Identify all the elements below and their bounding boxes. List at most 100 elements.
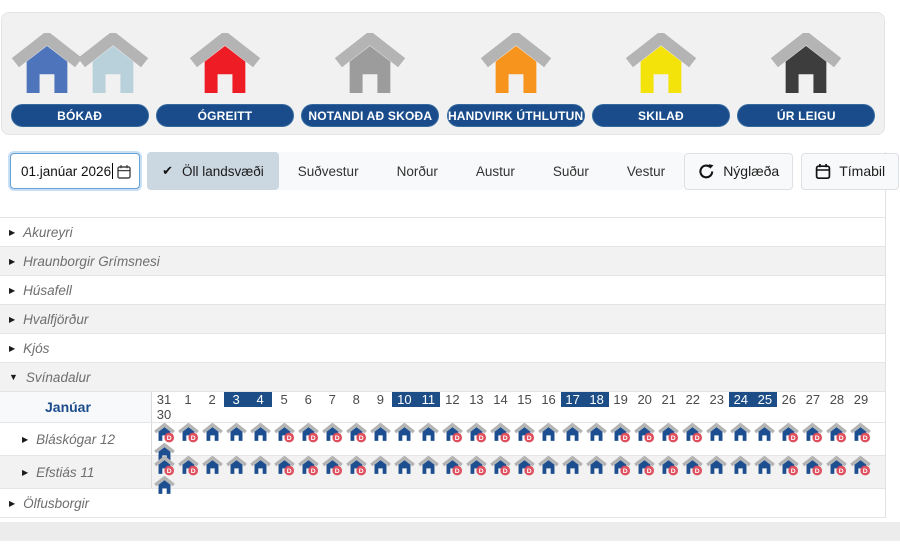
region-row-1[interactable]: ▶Hraunborgir Grímsnesi: [0, 246, 885, 275]
day-house-cell[interactable]: D: [657, 456, 681, 476]
day-header-cell[interactable]: 2: [200, 392, 224, 407]
day-house-cell[interactable]: D: [320, 456, 344, 476]
region-row-6[interactable]: ▶Ölfusborgir: [0, 488, 885, 517]
region-row-0[interactable]: ▶Akureyri: [0, 217, 885, 246]
day-header-cell[interactable]: 29: [849, 392, 873, 407]
property-row[interactable]: ▶Bláskógar 12DDDDDDDDDDDDDDDDDD: [0, 422, 885, 455]
day-header-cell[interactable]: 31: [152, 392, 176, 407]
day-house-cell[interactable]: [392, 423, 416, 443]
day-header-cell[interactable]: 24: [729, 392, 753, 407]
day-header-cell[interactable]: 14: [488, 392, 512, 407]
day-header-cell[interactable]: 5: [272, 392, 296, 407]
day-header-cell[interactable]: 25: [753, 392, 777, 407]
day-house-cell[interactable]: [416, 423, 440, 443]
day-house-cell[interactable]: D: [152, 456, 176, 476]
day-house-cell[interactable]: D: [825, 423, 849, 443]
day-house-cell[interactable]: [224, 423, 248, 443]
day-house-cell[interactable]: [200, 456, 224, 476]
day-header-cell[interactable]: 7: [320, 392, 344, 407]
day-house-cell[interactable]: D: [609, 423, 633, 443]
day-house-cell[interactable]: D: [825, 456, 849, 476]
calendar-icon[interactable]: [116, 164, 132, 180]
day-header-cell[interactable]: 16: [537, 392, 561, 407]
region-row-2[interactable]: ▶Húsafell: [0, 275, 885, 304]
day-header-cell[interactable]: 13: [464, 392, 488, 407]
day-house-cell[interactable]: [248, 423, 272, 443]
day-house-cell[interactable]: D: [440, 423, 464, 443]
tab-region-4[interactable]: Suður: [534, 152, 608, 190]
day-house-cell[interactable]: D: [272, 456, 296, 476]
day-header-cell[interactable]: 22: [681, 392, 705, 407]
day-house-cell[interactable]: [561, 423, 585, 443]
day-house-cell[interactable]: D: [296, 456, 320, 476]
day-header-cell[interactable]: 4: [248, 392, 272, 407]
day-header-cell[interactable]: 10: [392, 392, 416, 407]
day-header-cell[interactable]: 3: [224, 392, 248, 407]
date-input[interactable]: 01.janúar 2026: [10, 153, 140, 189]
day-house-cell[interactable]: D: [777, 456, 801, 476]
day-header-cell[interactable]: 1: [176, 392, 200, 407]
day-house-cell[interactable]: D: [801, 423, 825, 443]
day-header-cell[interactable]: 21: [657, 392, 681, 407]
tab-region-0[interactable]: ✔Öll landsvæði: [147, 152, 279, 190]
day-house-cell[interactable]: D: [849, 456, 873, 476]
day-house-cell[interactable]: [585, 456, 609, 476]
day-house-cell[interactable]: [705, 423, 729, 443]
day-house-cell[interactable]: [729, 456, 753, 476]
day-house-cell[interactable]: [705, 456, 729, 476]
day-header-cell[interactable]: 23: [705, 392, 729, 407]
day-house-cell[interactable]: D: [344, 423, 368, 443]
tab-region-3[interactable]: Austur: [457, 152, 534, 190]
day-house-cell[interactable]: D: [488, 423, 512, 443]
day-house-cell[interactable]: [152, 476, 176, 496]
day-house-cell[interactable]: [200, 423, 224, 443]
day-house-cell[interactable]: [248, 456, 272, 476]
region-row-4[interactable]: ▶Kjós: [0, 333, 885, 362]
day-header-cell[interactable]: 18: [585, 392, 609, 407]
day-house-cell[interactable]: D: [272, 423, 296, 443]
day-header-cell[interactable]: 8: [344, 392, 368, 407]
period-button[interactable]: Tímabil: [801, 153, 899, 190]
day-house-cell[interactable]: [585, 423, 609, 443]
day-house-cell[interactable]: [368, 456, 392, 476]
tab-region-1[interactable]: Suðvestur: [279, 152, 378, 190]
day-house-cell[interactable]: D: [801, 456, 825, 476]
day-house-cell[interactable]: [729, 423, 753, 443]
day-house-cell[interactable]: [561, 456, 585, 476]
day-house-cell[interactable]: D: [296, 423, 320, 443]
day-house-cell[interactable]: [368, 423, 392, 443]
day-header-cell[interactable]: 11: [416, 392, 440, 407]
day-house-cell[interactable]: D: [657, 423, 681, 443]
region-row-3[interactable]: ▶Hvalfjörður: [0, 304, 885, 333]
refresh-button[interactable]: Nýglæða: [684, 153, 793, 190]
day-house-cell[interactable]: D: [464, 423, 488, 443]
day-house-cell[interactable]: D: [344, 456, 368, 476]
day-header-cell[interactable]: 27: [801, 392, 825, 407]
day-header-cell[interactable]: 6: [296, 392, 320, 407]
day-house-cell[interactable]: D: [609, 456, 633, 476]
day-header-cell[interactable]: 26: [777, 392, 801, 407]
day-header-cell[interactable]: 30: [152, 407, 176, 422]
day-house-cell[interactable]: [416, 456, 440, 476]
day-house-cell[interactable]: [224, 456, 248, 476]
day-house-cell[interactable]: D: [512, 456, 536, 476]
day-house-cell[interactable]: D: [777, 423, 801, 443]
property-label[interactable]: ▶Efstiás 11: [0, 456, 152, 488]
day-header-cell[interactable]: 28: [825, 392, 849, 407]
day-header-cell[interactable]: 12: [440, 392, 464, 407]
property-row[interactable]: ▶Efstiás 11DDDDDDDDDDDDDDDDDD: [0, 455, 885, 488]
day-house-cell[interactable]: D: [633, 423, 657, 443]
day-header-cell[interactable]: 15: [512, 392, 536, 407]
tab-region-2[interactable]: Norður: [378, 152, 457, 190]
day-house-cell[interactable]: D: [681, 456, 705, 476]
day-header-cell[interactable]: 20: [633, 392, 657, 407]
day-house-cell[interactable]: D: [152, 423, 176, 443]
day-house-cell[interactable]: D: [849, 423, 873, 443]
day-house-cell[interactable]: D: [440, 456, 464, 476]
day-house-cell[interactable]: [753, 423, 777, 443]
day-house-cell[interactable]: [753, 456, 777, 476]
day-house-cell[interactable]: D: [633, 456, 657, 476]
day-house-cell[interactable]: D: [320, 423, 344, 443]
day-house-cell[interactable]: D: [512, 423, 536, 443]
day-header-cell[interactable]: 17: [561, 392, 585, 407]
